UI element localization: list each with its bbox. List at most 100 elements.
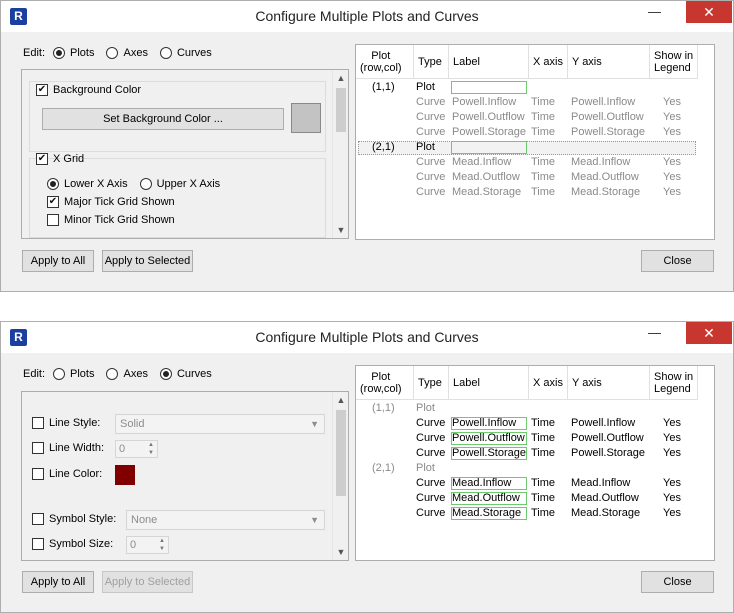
label-column-header[interactable]: Label bbox=[449, 45, 529, 79]
scroll-up-icon[interactable]: ▲ bbox=[333, 70, 348, 86]
plot-column-header[interactable]: Plot (row,col) bbox=[356, 366, 414, 400]
label-column-header[interactable]: Label bbox=[449, 366, 529, 400]
table-row[interactable] bbox=[356, 476, 698, 491]
type-cell: Curve bbox=[416, 417, 446, 429]
legend-cell: Yes bbox=[663, 507, 681, 519]
line-color-checkbox[interactable]: Line Color: bbox=[32, 468, 102, 480]
type-column-header[interactable]: Type bbox=[414, 366, 449, 400]
scroll-up-icon[interactable]: ▲ bbox=[333, 392, 348, 408]
apply-to-selected-button[interactable]: Apply to Selected bbox=[102, 250, 193, 272]
apply-to-all-button[interactable]: Apply to All bbox=[22, 250, 94, 272]
plot-column-header[interactable]: Plot (row,col) bbox=[356, 45, 414, 79]
legend-column-header[interactable]: Show in Legend bbox=[650, 45, 698, 79]
window-title: Configure Multiple Plots and Curves bbox=[255, 329, 479, 345]
background-color-swatch[interactable] bbox=[291, 103, 321, 133]
spin-arrows-icon[interactable]: ▲ ▼ bbox=[146, 441, 156, 457]
y-axis-cell: Mead.Inflow bbox=[571, 477, 631, 489]
table-row[interactable] bbox=[356, 401, 698, 416]
table-row[interactable] bbox=[356, 461, 698, 476]
type-cell: Plot bbox=[416, 462, 435, 474]
legend-column-header[interactable]: Show in Legend bbox=[650, 366, 698, 400]
line-width-checkbox[interactable]: Line Width: bbox=[32, 442, 104, 454]
table-row[interactable] bbox=[356, 446, 698, 461]
apply-to-all-button[interactable]: Apply to All bbox=[22, 571, 94, 593]
close-window-button[interactable]: ✕ bbox=[686, 1, 732, 23]
minimize-button[interactable]: — bbox=[638, 1, 671, 23]
type-cell: Curve bbox=[416, 96, 446, 108]
table-row[interactable] bbox=[356, 80, 698, 95]
edit-axes-radio[interactable]: Axes bbox=[106, 47, 148, 59]
symbol-style-checkbox[interactable]: Symbol Style: bbox=[32, 513, 116, 525]
table-row[interactable] bbox=[356, 506, 698, 521]
chevron-down-icon: ▼ bbox=[310, 515, 319, 525]
edit-plots-radio[interactable]: Plots bbox=[53, 368, 94, 380]
scroll-down-icon[interactable]: ▼ bbox=[333, 544, 348, 560]
label-edit-field[interactable] bbox=[451, 477, 527, 490]
edit-label: Edit: bbox=[23, 368, 46, 380]
scroll-down-icon[interactable]: ▼ bbox=[333, 222, 348, 238]
table-row[interactable] bbox=[356, 155, 698, 170]
scrollbar-thumb[interactable] bbox=[336, 410, 346, 496]
type-column-header[interactable]: Type bbox=[414, 45, 449, 79]
edit-curves-radio[interactable]: Curves bbox=[159, 368, 212, 380]
label-edit-field[interactable] bbox=[451, 81, 527, 94]
x-grid-checkbox[interactable]: X Grid bbox=[36, 153, 84, 165]
radio-selected-icon bbox=[47, 178, 59, 190]
x-axis-column-header[interactable]: X axis bbox=[529, 366, 568, 400]
apply-to-selected-button[interactable]: Apply to Selected bbox=[102, 571, 193, 593]
table-row[interactable] bbox=[356, 125, 698, 140]
set-background-color-button[interactable]: Set Background Color ... bbox=[42, 108, 284, 130]
close-window-button[interactable]: ✕ bbox=[686, 322, 732, 344]
table-row[interactable] bbox=[356, 431, 698, 446]
y-axis-cell: Powell.Storage bbox=[571, 126, 645, 138]
table-row[interactable] bbox=[356, 110, 698, 125]
label-edit-field[interactable] bbox=[451, 507, 527, 520]
background-color-checkbox[interactable]: Background Color bbox=[36, 84, 141, 96]
symbol-size-checkbox[interactable]: Symbol Size: bbox=[32, 538, 113, 550]
label-edit-field[interactable] bbox=[451, 417, 527, 430]
table-row[interactable] bbox=[356, 140, 698, 155]
y-axis-column-header[interactable]: Y axis bbox=[568, 366, 650, 400]
close-button[interactable]: Close bbox=[641, 250, 714, 272]
line-style-select[interactable]: Solid ▼ bbox=[115, 414, 325, 434]
minimize-button[interactable]: — bbox=[638, 322, 671, 344]
edit-plots-radio[interactable]: Plots bbox=[53, 47, 94, 59]
vertical-scrollbar[interactable]: ▲ ▼ bbox=[332, 392, 348, 560]
label-edit-field[interactable] bbox=[451, 492, 527, 505]
upper-x-axis-radio[interactable]: Upper X Axis bbox=[139, 178, 220, 190]
spin-arrows-icon[interactable]: ▲ ▼ bbox=[157, 537, 167, 553]
table-row[interactable] bbox=[356, 170, 698, 185]
symbol-size-stepper[interactable]: 0 ▲ ▼ bbox=[126, 536, 169, 554]
checkbox-label: Symbol Style: bbox=[49, 513, 117, 525]
window-title: Configure Multiple Plots and Curves bbox=[255, 8, 479, 24]
checkbox-icon bbox=[32, 468, 44, 480]
minor-tick-grid-checkbox[interactable]: Minor Tick Grid Shown bbox=[47, 214, 175, 226]
checkbox-label: Major Tick Grid Shown bbox=[64, 196, 175, 208]
line-color-swatch[interactable] bbox=[115, 465, 135, 485]
major-tick-grid-checkbox[interactable]: Major Tick Grid Shown bbox=[47, 196, 175, 208]
plots-curves-table: Plot (row,col) Type Label X axis Y axis Show … bbox=[355, 365, 715, 561]
symbol-style-select[interactable]: None ▼ bbox=[126, 510, 325, 530]
close-button[interactable]: Close bbox=[641, 571, 714, 593]
checkbox-checked-icon bbox=[36, 153, 48, 165]
line-width-stepper[interactable]: 0 ▲ ▼ bbox=[115, 440, 158, 458]
type-cell: Curve bbox=[416, 507, 446, 519]
table-row[interactable] bbox=[356, 491, 698, 506]
x-axis-column-header[interactable]: X axis bbox=[529, 45, 568, 79]
type-cell: Plot bbox=[416, 402, 435, 414]
table-row[interactable] bbox=[356, 185, 698, 200]
lower-x-axis-radio[interactable]: Lower X Axis bbox=[47, 178, 128, 190]
table-row[interactable] bbox=[356, 416, 698, 431]
label-edit-field[interactable] bbox=[451, 141, 527, 154]
vertical-scrollbar[interactable]: ▲ ▼ bbox=[332, 70, 348, 238]
scrollbar-thumb[interactable] bbox=[336, 88, 346, 132]
label-edit-field[interactable] bbox=[451, 432, 527, 445]
y-axis-column-header[interactable]: Y axis bbox=[568, 45, 650, 79]
radio-label: Plots bbox=[70, 368, 95, 380]
edit-curves-radio[interactable]: Curves bbox=[159, 47, 212, 59]
line-style-checkbox[interactable]: Line Style: bbox=[32, 417, 100, 429]
label-edit-field[interactable] bbox=[451, 447, 527, 460]
y-axis-cell: Mead.Outflow bbox=[571, 171, 639, 183]
edit-axes-radio[interactable]: Axes bbox=[106, 368, 148, 380]
table-row[interactable] bbox=[356, 95, 698, 110]
